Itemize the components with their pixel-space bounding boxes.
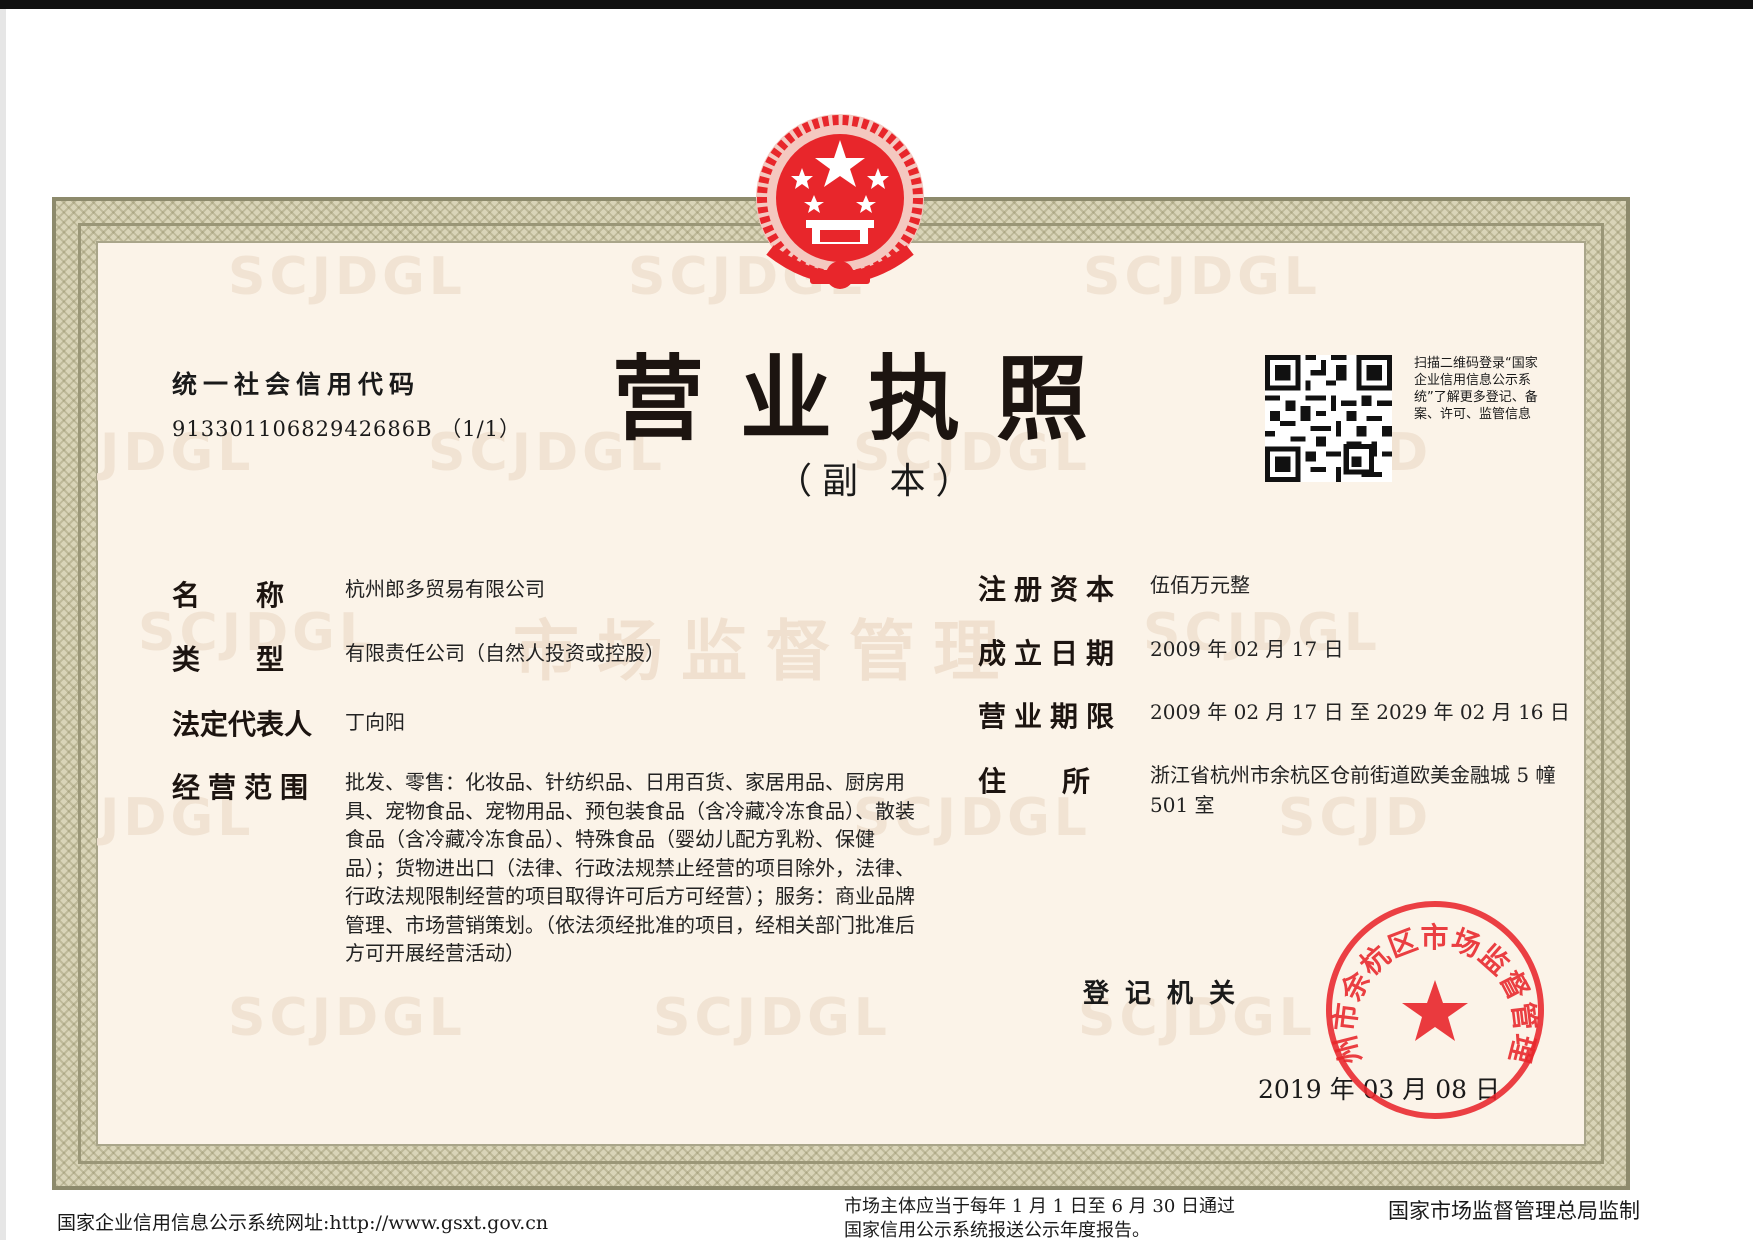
registration-authority-label: 登记机关 <box>1083 979 1252 1009</box>
scope-value: 批发、零售：化妆品、针纺织品、日用百货、家居用品、厨房用具、宠物食品、宠物用品、… <box>345 770 915 965</box>
qr-caption: 扫描二维码登录“国家企业信用信息公示系统”了解更多登记、备案、许可、监管信息 <box>1414 356 1538 422</box>
credit-code-label: 统一社会信用代码 <box>172 370 421 399</box>
watermark: SCJDGL <box>228 988 466 1048</box>
national-emblem-icon <box>756 114 924 289</box>
watermark: SCJDGL <box>1083 247 1321 307</box>
footer-report-notice-line: 市场主体应当于每年 1 月 1 日至 6 月 30 日通过 <box>844 1196 1236 1217</box>
credit-code-value: 91330110682942686B （1/1） <box>172 417 522 441</box>
footer-website: 国家企业信用信息公示系统网址:http://www.gsxt.gov.cn <box>57 1212 549 1234</box>
footer-report-notice: 市场主体应当于每年 1 月 1 日至 6 月 30 日通过 国家信用公示系统报送… <box>844 1195 1235 1243</box>
legal-rep-label: 法定代表人 <box>172 708 313 741</box>
name-value: 杭州郎多贸易有限公司 <box>345 577 545 601</box>
address-label: 住 所 <box>978 765 1091 798</box>
watermark: SCJDGL <box>653 988 891 1048</box>
scope-label: 经营范围 <box>172 771 317 804</box>
term-label: 营业期限 <box>978 700 1123 733</box>
official-seal-icon: 杭州市余杭区市场监督管理局 <box>1320 895 1544 1119</box>
document-subtitle: （副 本） <box>776 461 982 502</box>
seal-text: 杭州市余杭区市场监督管理局 <box>1320 895 1541 1067</box>
footer-supervisor: 国家市场监督管理总局监制 <box>1388 1199 1640 1223</box>
capital-label: 注册资本 <box>978 573 1123 606</box>
type-value: 有限责任公司（自然人投资或控股） <box>345 641 665 665</box>
address-value: 浙江省杭州市余杭区仓前街道欧美金融城 5 幢 501 室 <box>1150 763 1556 817</box>
scan-top-edge <box>0 0 1753 9</box>
established-value: 2009 年 02 月 17 日 <box>1150 637 1344 661</box>
document-title: 营业执照 <box>612 346 1125 453</box>
svg-text:杭州市余杭区市场监督管理局: 杭州市余杭区市场监督管理局 <box>1320 895 1542 1067</box>
watermark: SCJDGL <box>228 247 466 307</box>
footer-report-notice-line: 国家信用公示系统报送公示年度报告。 <box>844 1220 1150 1241</box>
term-value: 2009 年 02 月 17 日 至 2029 年 02 月 16 日 <box>1150 700 1570 724</box>
name-label: 名 称 <box>172 579 285 612</box>
type-label: 类 型 <box>172 643 285 676</box>
capital-value: 伍佰万元整 <box>1150 573 1250 597</box>
scan-left-edge <box>0 9 6 1240</box>
established-label: 成立日期 <box>978 637 1123 670</box>
legal-rep-value: 丁向阳 <box>345 710 405 734</box>
qr-code-icon <box>1265 355 1392 482</box>
